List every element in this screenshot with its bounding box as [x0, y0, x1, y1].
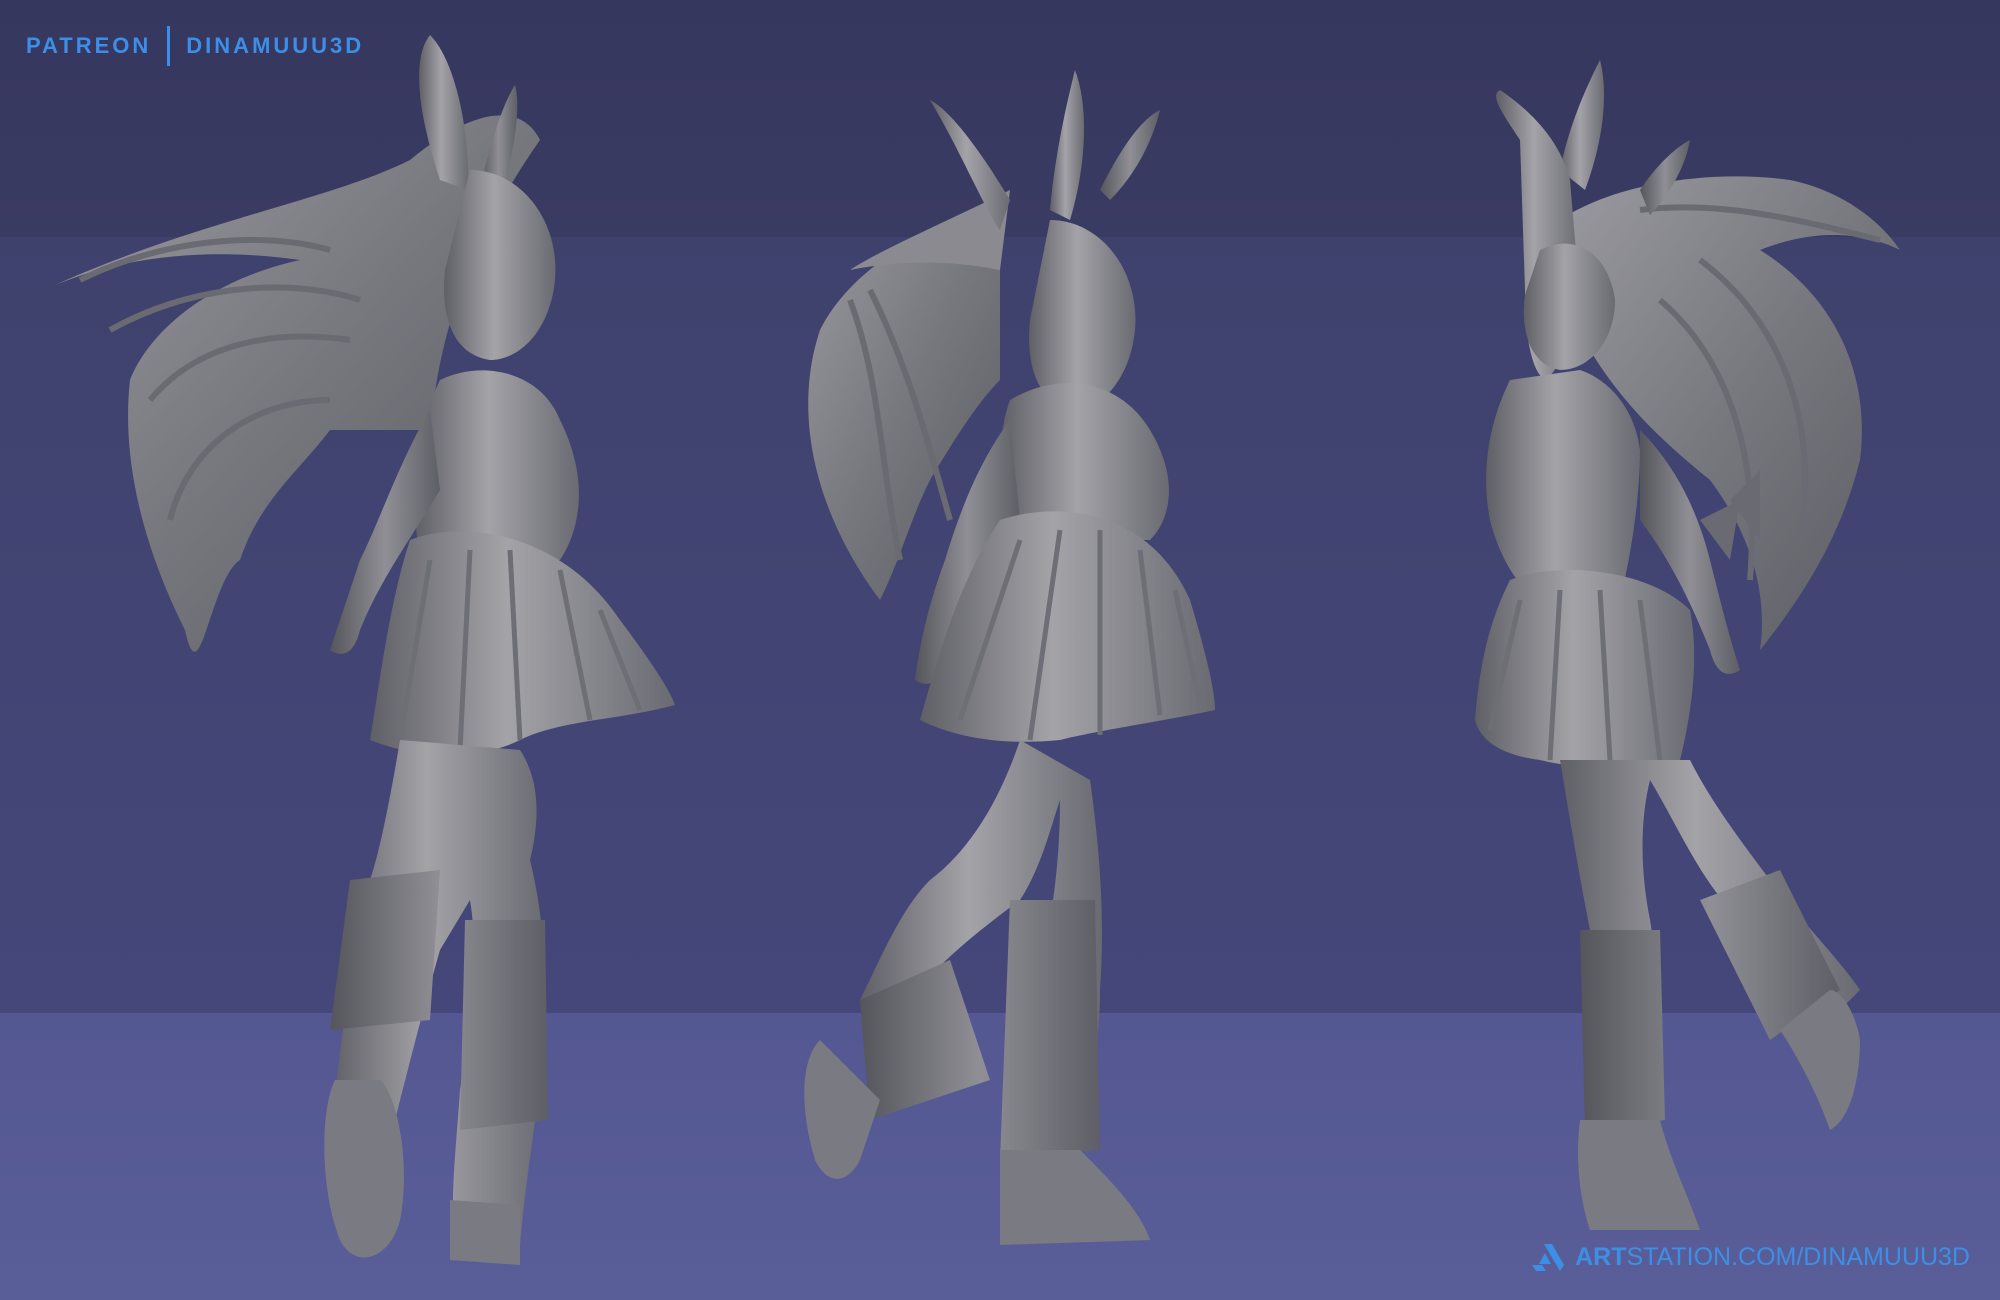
- artstation-link[interactable]: ARTSTATION.COM/DINAMUUU3D: [1531, 1242, 1970, 1272]
- figure-2-ear-tip: [1100, 110, 1160, 200]
- patreon-brand-header: PATREON DINAMUUU3D: [26, 26, 364, 66]
- figure-3-torso: [1486, 370, 1640, 600]
- artstation-url-rest: STATION.COM/DINAMUUU3D: [1626, 1242, 1970, 1271]
- brand-divider: [167, 26, 171, 66]
- patreon-label: PATREON: [26, 33, 152, 58]
- artstation-url-bold: ART: [1575, 1242, 1627, 1271]
- artist-name-label: DINAMUUU3D: [186, 33, 365, 58]
- figure-side-view: [1475, 60, 1900, 1230]
- figure-front-view: [804, 70, 1215, 1245]
- artstation-logo-icon: [1532, 1244, 1565, 1271]
- figure-1-torso: [415, 370, 579, 560]
- figure-2-head: [1029, 220, 1136, 410]
- figure-2-ear-right: [1050, 70, 1085, 220]
- figure-3-skirt: [1475, 570, 1695, 768]
- sculpt-renders: [55, 35, 1900, 1265]
- figure-back-view: [55, 35, 675, 1265]
